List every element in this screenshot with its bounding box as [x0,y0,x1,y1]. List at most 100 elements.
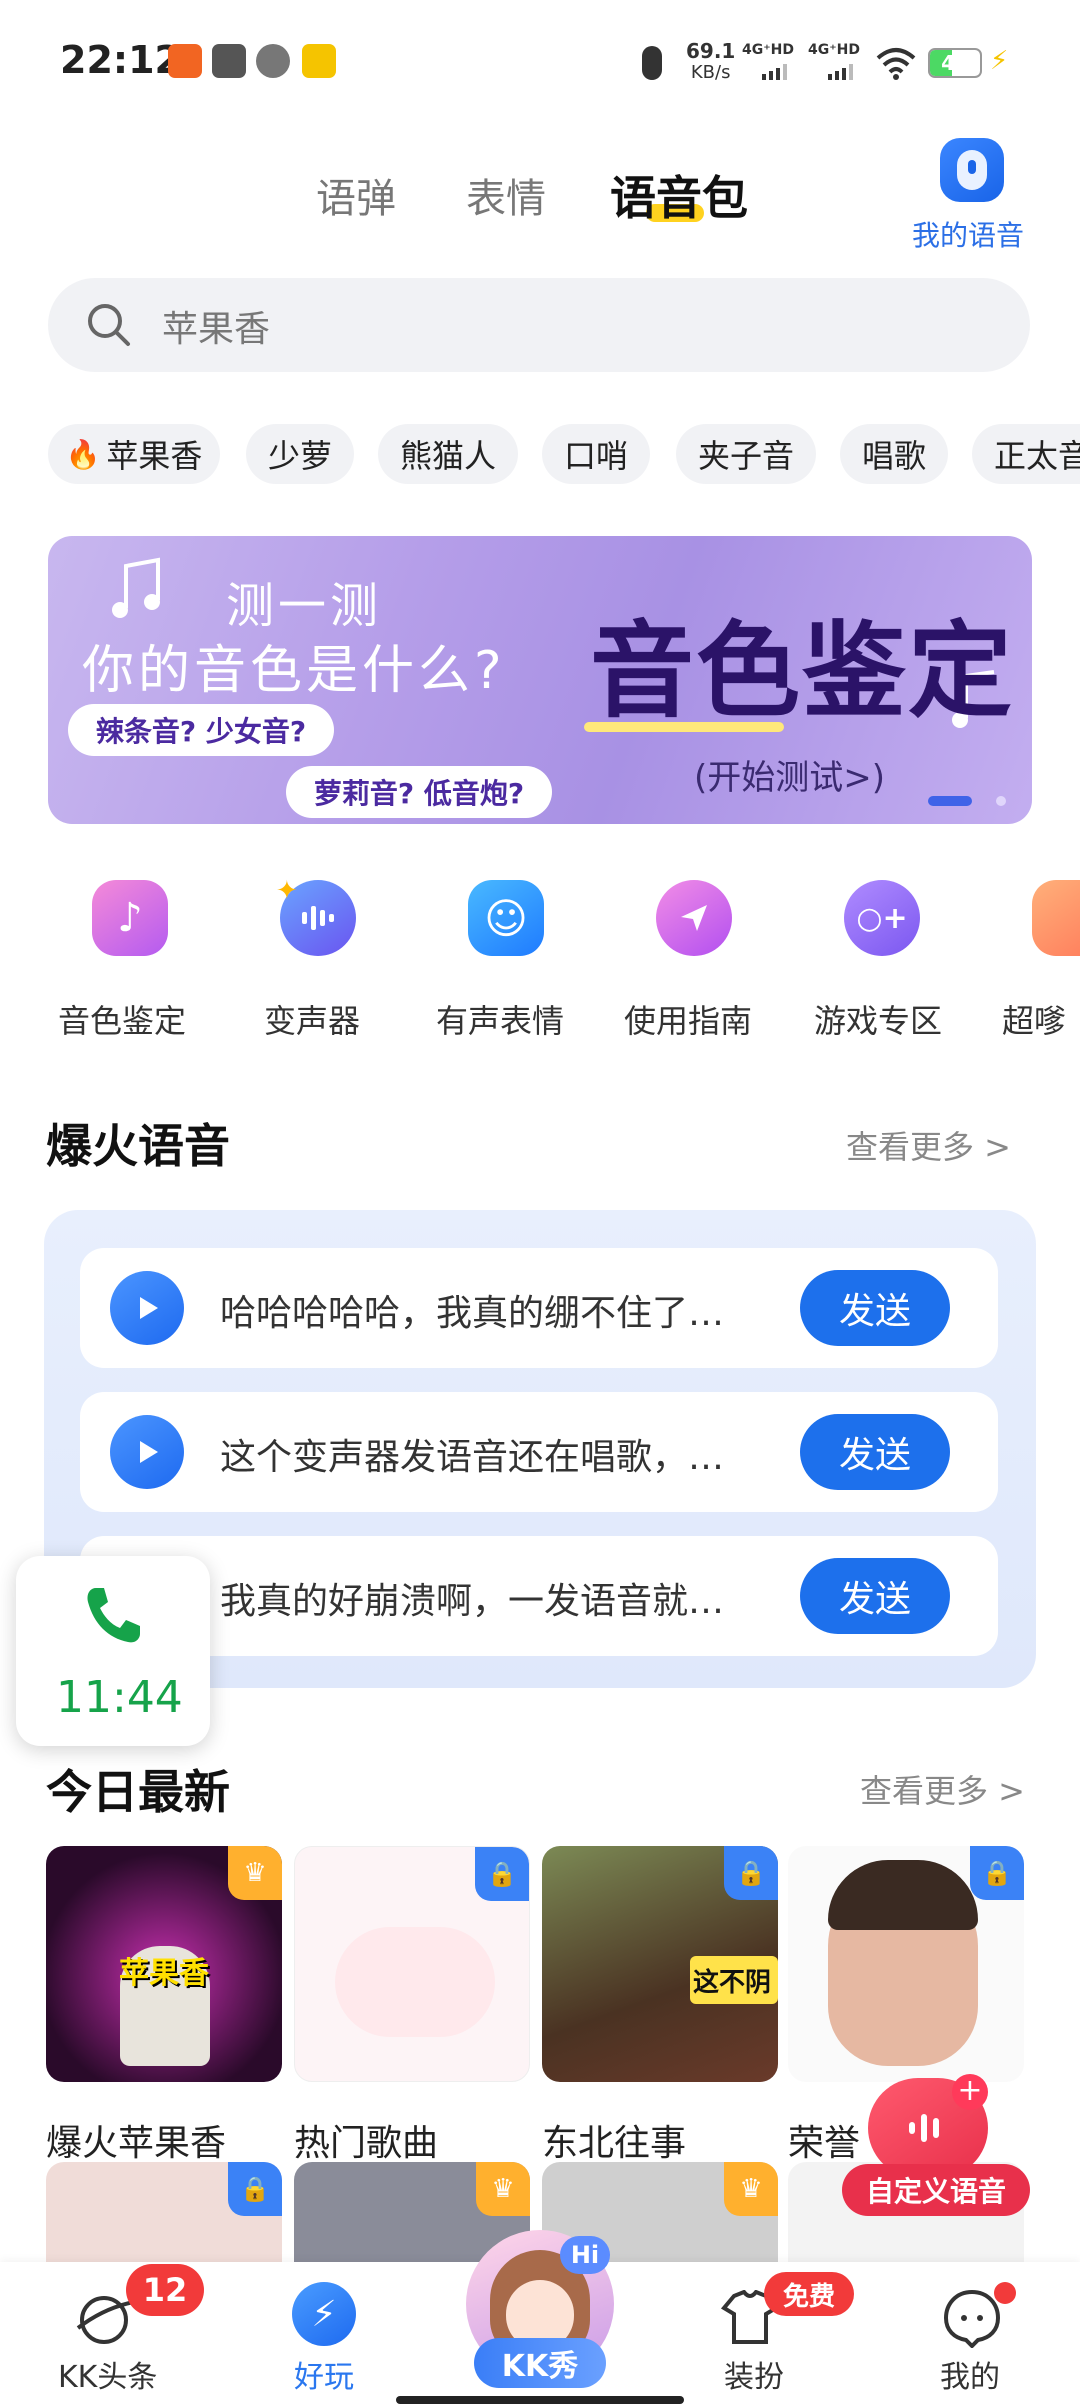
fire-icon: 🔥 [65,437,101,471]
quick-label[interactable]: 超嗲 [1002,996,1080,1042]
chip-jiaziyin[interactable]: 夹子音 [676,424,816,484]
cute-character [335,1927,495,2037]
network-speed: 69.1 KB/s [686,40,735,84]
voice-pack-tile[interactable]: 🔒 [294,1846,530,2082]
tab-voice-pack[interactable]: 语音包 [610,162,748,228]
call-duration: 11:44 [56,1672,183,1723]
search-input[interactable]: 苹果香 [162,300,270,352]
nav-dress-up[interactable]: 装扮 [724,2352,784,2396]
quick-label[interactable]: 使用指南 [624,996,752,1042]
badge-free: 免费 [764,2272,854,2316]
send-button[interactable]: 发送 [800,1558,950,1634]
my-voice-label[interactable]: 我的语音 [912,214,1024,254]
voice-pack-tile[interactable]: ♛ 苹果香 [46,1846,282,2082]
app-notification-icon [302,44,336,78]
lock-icon: 🔒 [970,1846,1024,1900]
microphone-icon [642,46,662,80]
voice-text: 我真的好崩溃啊，一发语音就… [220,1581,725,1622]
net-speed-unit: KB/s [690,62,731,83]
banner-headline: 音色鉴定 [590,610,1015,732]
list-item[interactable]: 我真的好崩溃啊，一发语音就… 发送 [80,1536,998,1656]
sound-sticker-icon[interactable]: ☺ [468,880,544,956]
today-new-title: 今日最新 [46,1765,230,1819]
list-item[interactable]: 哈哈哈哈哈，我真的绷不住了… 发送 [80,1248,998,1368]
music-note-icon [112,557,160,618]
banner-cta[interactable]: (开始测试>) [694,750,885,799]
today-new-see-more[interactable]: 查看更多 > [860,1766,1025,1812]
tile-label[interactable]: 东北往事 [542,2114,686,2166]
vip-crown-icon: ♛ [228,1846,282,1900]
play-icon[interactable] [110,1415,184,1489]
tab-yudan[interactable]: 语弹 [316,166,396,224]
sim1-label: 4G⁺HD [742,42,794,58]
net-speed-value: 69.1 [686,39,736,63]
tile-label[interactable]: 荣誉 [788,2114,860,2166]
tile-caption: 这不阴 [692,1968,771,1998]
guide-icon[interactable] [656,880,732,956]
voice-pack-tile[interactable]: 🔒 [46,2162,282,2262]
voice-pack-tile[interactable]: 🔒 [788,1846,1024,2082]
chip-xiongmaoren[interactable]: 熊猫人 [378,424,518,484]
wifi-icon [876,46,916,80]
battery-level: 41 [941,51,969,75]
chip-koushao[interactable]: 口哨 [542,424,650,484]
hot-voice-see-more[interactable]: 查看更多 > [846,1122,1011,1168]
carousel-dot-active [928,796,972,806]
voice-text: 哈哈哈哈哈，我真的绷不住了… [220,1293,725,1334]
send-button[interactable]: 发送 [800,1414,950,1490]
phone-icon [87,1588,140,1643]
badge-hi: Hi [560,2236,610,2274]
nav-kk-show[interactable]: KK秀 [474,2338,606,2388]
wechat-icon [256,44,290,78]
nav-mine[interactable]: 我的 [940,2352,1000,2396]
notification-dot [994,2282,1016,2304]
send-button[interactable]: 发送 [800,1270,950,1346]
lock-icon: 🔒 [475,1847,529,1901]
badge-count: 12 [126,2264,204,2316]
banner-line2: 你的音色是什么? [82,641,506,701]
banner-pill-1: 辣条音? 少女音? [68,704,334,756]
voice-text: 这个变声器发语音还在唱歌，… [220,1437,725,1478]
banner-pill-2: 萝莉音? 低音炮? [286,766,552,818]
nav-fun[interactable]: 好玩 [294,2352,354,2396]
signal-icon [762,64,788,80]
nav-kk-headlines[interactable]: KK头条 [58,2352,157,2396]
play-icon[interactable] [110,1271,184,1345]
charging-icon: ⚡ [990,46,1009,76]
tile-label[interactable]: 热门歌曲 [294,2114,438,2166]
vip-crown-icon: ♛ [724,2162,778,2216]
quick-label[interactable]: 变声器 [264,996,360,1042]
hot-voice-title: 爆火语音 [46,1119,230,1173]
chip-pingguoxiang[interactable]: 🔥 苹果香 [48,424,220,484]
quick-label[interactable]: 有声表情 [436,996,564,1042]
super-cute-icon[interactable] [1032,880,1080,956]
chip-zhengtaiyin[interactable]: 正太音 [972,424,1080,484]
fun-icon[interactable]: ⚡ [292,2282,356,2346]
chip-changge[interactable]: 唱歌 [840,424,948,484]
profile-icon[interactable] [942,2288,1002,2349]
vip-crown-icon: ♛ [476,2162,530,2216]
plus-icon: + [952,2074,988,2110]
lock-icon: 🔒 [228,2162,282,2216]
timbre-test-icon[interactable]: ♪ [92,880,168,956]
hair-shape [828,1860,978,1930]
game-zone-icon[interactable]: ○+ [844,880,920,956]
app-notification-icon [168,44,202,78]
status-time: 22:12 [60,38,181,82]
waveform-icon [909,2114,939,2142]
chip-shaoluo[interactable]: 少萝 [246,424,354,484]
quick-label[interactable]: 游戏专区 [814,996,942,1042]
tab-biaoqing[interactable]: 表情 [466,166,546,224]
voice-pack-tile[interactable]: 🔒 这不阴 [542,1846,778,2082]
battery-icon: 41 [928,48,982,78]
quick-label[interactable]: 音色鉴定 [58,996,186,1042]
tile-label[interactable]: 爆火苹果香 [46,2114,226,2166]
lock-icon: 🔒 [724,1846,778,1900]
my-voice-button[interactable] [940,138,1004,202]
list-item[interactable]: 这个变声器发语音还在唱歌，… 发送 [80,1392,998,1512]
sparkle-icon: ✦ [276,876,298,906]
app-notification-icon [212,44,246,78]
custom-voice-button[interactable]: 自定义语音 [842,2164,1030,2216]
sim2-label: 4G⁺HD [808,42,860,58]
custom-voice-fab[interactable]: + [868,2074,988,2178]
